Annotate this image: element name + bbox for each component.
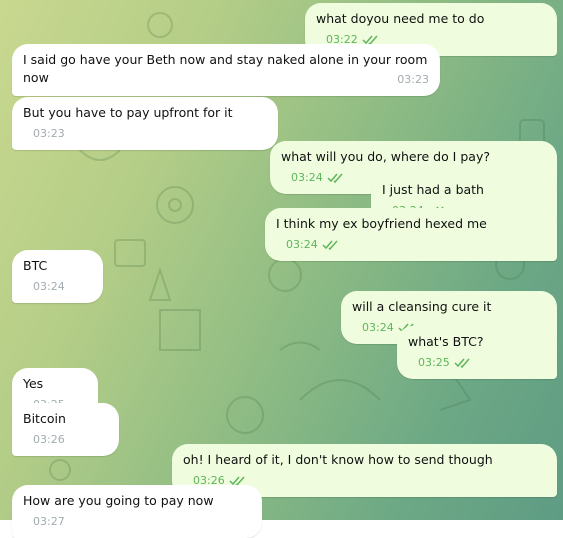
message-bubble-incoming[interactable]: How are you going to pay now 03:27	[12, 485, 262, 538]
message-text: BTC	[23, 258, 48, 273]
message-time: 03:26	[33, 433, 65, 446]
message-meta: 03:23	[33, 125, 65, 143]
message-text: I think my ex boyfriend hexed me	[276, 216, 487, 231]
message-time: 03:24	[362, 321, 394, 334]
message-time: 03:24	[291, 171, 323, 184]
double-check-icon	[327, 173, 343, 183]
double-check-icon	[454, 358, 470, 368]
message-text: But you have to pay upfront for it	[23, 105, 233, 120]
message-time: 03:24	[33, 280, 65, 293]
message-meta: 03:24	[286, 236, 339, 254]
message-meta: 03:23	[397, 71, 429, 89]
message-bubble-incoming[interactable]: BTC 03:24	[12, 250, 103, 303]
message-text: will a cleansing cure it	[352, 299, 492, 314]
message-text: what will you do, where do I pay?	[281, 149, 490, 164]
message-text: I said go have your Beth now and stay na…	[23, 52, 428, 85]
message-time: 03:27	[33, 515, 65, 528]
message-meta: 03:24	[33, 278, 65, 296]
message-text: what's BTC?	[408, 334, 484, 349]
message-time: 03:23	[397, 73, 429, 86]
message-bubble-incoming[interactable]: I said go have your Beth now and stay na…	[12, 44, 440, 96]
message-text: Yes	[23, 376, 44, 391]
double-check-icon	[322, 240, 338, 250]
message-time: 03:25	[418, 356, 450, 369]
message-bubble-outgoing[interactable]: I think my ex boyfriend hexed me 03:24	[265, 208, 557, 261]
message-bubble-outgoing[interactable]: what's BTC? 03:25	[397, 326, 557, 379]
message-text: what doyou need me to do	[316, 11, 485, 26]
message-meta: 03:25	[418, 354, 471, 372]
message-text: I just had a bath	[382, 182, 484, 197]
message-text: oh! I heard of it, I don't know how to s…	[183, 452, 493, 467]
message-meta: 03:24	[291, 169, 344, 187]
message-time: 03:24	[286, 238, 318, 251]
message-bubble-incoming[interactable]: Bitcoin 03:26	[12, 403, 119, 456]
message-text: Bitcoin	[23, 411, 66, 426]
message-meta: 03:27	[33, 513, 65, 531]
message-bubble-incoming[interactable]: But you have to pay upfront for it 03:23	[12, 97, 278, 150]
message-time: 03:23	[33, 127, 65, 140]
message-text: How are you going to pay now	[23, 493, 214, 508]
message-meta: 03:26	[33, 431, 65, 449]
